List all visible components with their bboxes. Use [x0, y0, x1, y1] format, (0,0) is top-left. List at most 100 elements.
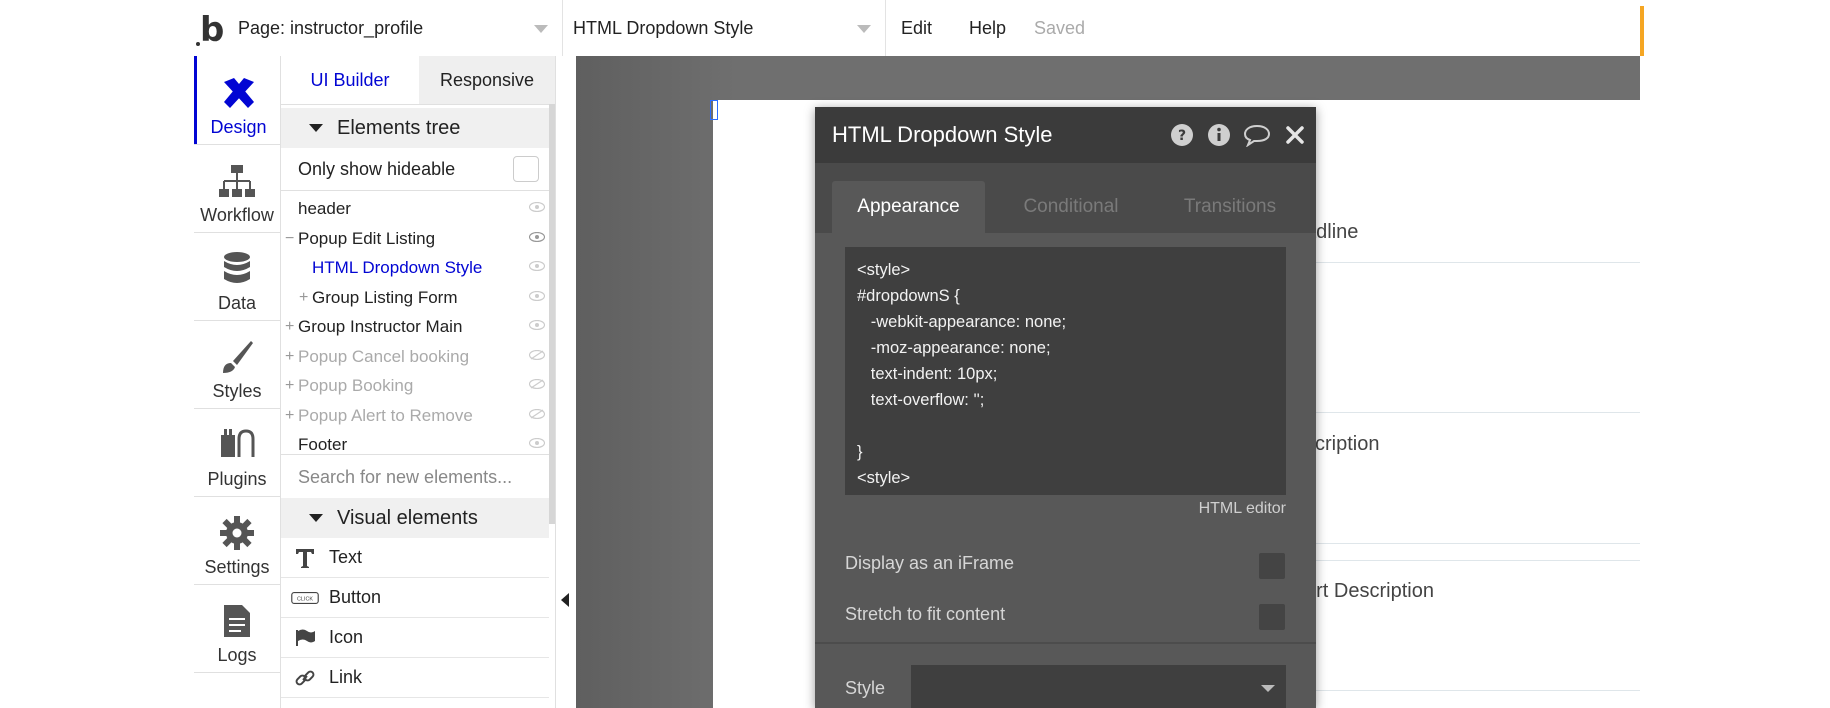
collapse-panel-icon[interactable] — [561, 593, 569, 607]
tree-item[interactable]: HTML Dropdown Style — [281, 253, 549, 282]
chevron-down-icon[interactable] — [857, 25, 871, 33]
workflow-icon — [217, 161, 257, 201]
elements-tree-title: Elements tree — [337, 116, 461, 139]
nav-design-label: Design — [210, 117, 267, 137]
visual-elements-header[interactable]: Visual elements — [281, 498, 549, 538]
property-editor-header[interactable]: HTML Dropdown Style ? — [815, 107, 1316, 163]
text-icon — [291, 547, 319, 569]
html-code-editor[interactable]: <style> #dropdownS { -webkit-appearance:… — [845, 247, 1286, 495]
stretch-fit-checkbox[interactable] — [1259, 604, 1285, 630]
html-editor-link[interactable]: HTML editor — [815, 500, 1286, 518]
page-select[interactable]: Page: instructor_profile — [238, 0, 538, 56]
tree-item[interactable]: + Popup Booking — [281, 371, 549, 400]
eye-slash-icon[interactable] — [529, 350, 545, 360]
button-icon: CLICK — [291, 590, 319, 606]
nav-logs[interactable]: Logs — [194, 584, 280, 672]
visual-element-text[interactable]: Text — [281, 538, 549, 578]
visual-element-icon[interactable]: Icon — [281, 618, 549, 658]
canvas-label-short-description[interactable]: ort Description — [1305, 580, 1434, 603]
help-icon[interactable]: ? — [1170, 123, 1194, 147]
property-editor-title: HTML Dropdown Style — [832, 122, 1053, 147]
save-status: Saved — [1034, 17, 1086, 38]
expand-icon[interactable]: + — [285, 377, 294, 395]
property-editor: HTML Dropdown Style ? Appearance Conditi… — [815, 107, 1316, 708]
chevron-down-icon[interactable] — [534, 25, 548, 33]
tab-ui-builder[interactable]: UI Builder — [281, 56, 419, 105]
panel-collapse-strip — [555, 56, 576, 708]
selected-element-marker[interactable] — [710, 100, 718, 120]
nav-plugins-label: Plugins — [207, 469, 267, 489]
button-badge: CLICK — [297, 596, 313, 602]
accent-bar — [1640, 6, 1644, 56]
plug-icon — [217, 425, 257, 465]
tree-item[interactable]: + Group Instructor Main — [281, 312, 549, 341]
nav-design[interactable]: Design — [194, 56, 280, 144]
element-select[interactable]: HTML Dropdown Style — [573, 0, 873, 56]
nav-workflow[interactable]: Workflow — [194, 144, 280, 232]
nav-logs-label: Logs — [217, 645, 257, 665]
nav-settings[interactable]: Settings — [194, 496, 280, 584]
tab-transitions[interactable]: Transitions — [1155, 181, 1305, 233]
collapse-icon[interactable]: − — [285, 230, 294, 248]
document-icon — [217, 601, 257, 641]
nav-data[interactable]: Data — [194, 232, 280, 320]
visual-element-button[interactable]: CLICK Button — [281, 578, 549, 618]
nav-styles-label: Styles — [212, 381, 262, 401]
style-dropdown[interactable] — [911, 665, 1286, 708]
nav-workflow-label: Workflow — [200, 205, 274, 225]
nav-styles[interactable]: Styles — [194, 320, 280, 408]
eye-icon[interactable] — [529, 232, 545, 242]
eye-icon[interactable] — [529, 202, 545, 212]
nav-data-label: Data — [217, 293, 257, 313]
divider — [885, 0, 886, 56]
logo-dot — [196, 42, 200, 46]
close-icon[interactable] — [1283, 123, 1307, 147]
left-nav: Design Workflow Data Styles Plugins Sett… — [194, 56, 281, 708]
tree-item[interactable]: + Popup Alert to Remove — [281, 401, 549, 430]
expand-icon[interactable]: + — [285, 318, 294, 336]
display-iframe-label: Display as an iFrame — [845, 553, 1015, 573]
link-icon — [291, 667, 319, 689]
only-show-hideable-label: Only show hideable — [298, 158, 456, 179]
info-icon[interactable] — [1207, 123, 1231, 147]
database-icon — [217, 249, 257, 289]
menu-edit[interactable]: Edit — [901, 0, 932, 56]
eye-icon[interactable] — [529, 320, 545, 330]
expand-icon[interactable]: + — [285, 348, 294, 366]
menu-help[interactable]: Help — [969, 0, 1006, 56]
gear-icon — [217, 513, 257, 553]
tab-conditional[interactable]: Conditional — [1001, 181, 1141, 233]
tree-item[interactable]: − Popup Edit Listing — [281, 224, 549, 253]
display-iframe-checkbox[interactable] — [1259, 553, 1285, 579]
comment-icon[interactable] — [1243, 123, 1271, 147]
panel-tabs: UI Builder Responsive — [281, 56, 555, 105]
brush-icon — [217, 337, 257, 377]
eye-slash-icon[interactable] — [529, 409, 545, 419]
canvas-label-description[interactable]: scription — [1305, 433, 1379, 456]
search-elements-input[interactable]: Search for new elements... — [281, 454, 549, 499]
tree-item[interactable]: + Popup Cancel booking — [281, 342, 549, 371]
tab-responsive[interactable]: Responsive — [419, 56, 555, 105]
builder-panel: UI Builder Responsive Elements tree Only… — [281, 56, 555, 708]
expand-icon[interactable]: + — [299, 289, 308, 307]
stretch-fit-label: Stretch to fit content — [845, 604, 1006, 624]
expand-icon[interactable]: + — [285, 407, 294, 425]
style-label: Style — [845, 678, 886, 698]
tab-appearance[interactable]: Appearance — [832, 181, 985, 233]
eye-slash-icon[interactable] — [529, 379, 545, 389]
elements-tree-header[interactable]: Elements tree — [281, 108, 549, 148]
visual-element-link[interactable]: Link — [281, 658, 549, 698]
only-show-hideable-checkbox[interactable] — [513, 156, 539, 182]
divider — [562, 0, 563, 56]
nav-settings-label: Settings — [204, 557, 270, 577]
bubble-logo[interactable]: b — [200, 10, 224, 50]
visual-elements-title: Visual elements — [337, 506, 478, 529]
eye-icon[interactable] — [529, 291, 545, 301]
eye-icon[interactable] — [529, 438, 545, 448]
tree-item[interactable]: + Group Listing Form — [281, 283, 549, 312]
svg-text:?: ? — [1178, 128, 1186, 144]
eye-icon[interactable] — [529, 261, 545, 271]
tree-item[interactable]: header — [281, 194, 549, 223]
chevron-down-icon[interactable] — [1261, 685, 1275, 692]
nav-plugins[interactable]: Plugins — [194, 408, 280, 496]
